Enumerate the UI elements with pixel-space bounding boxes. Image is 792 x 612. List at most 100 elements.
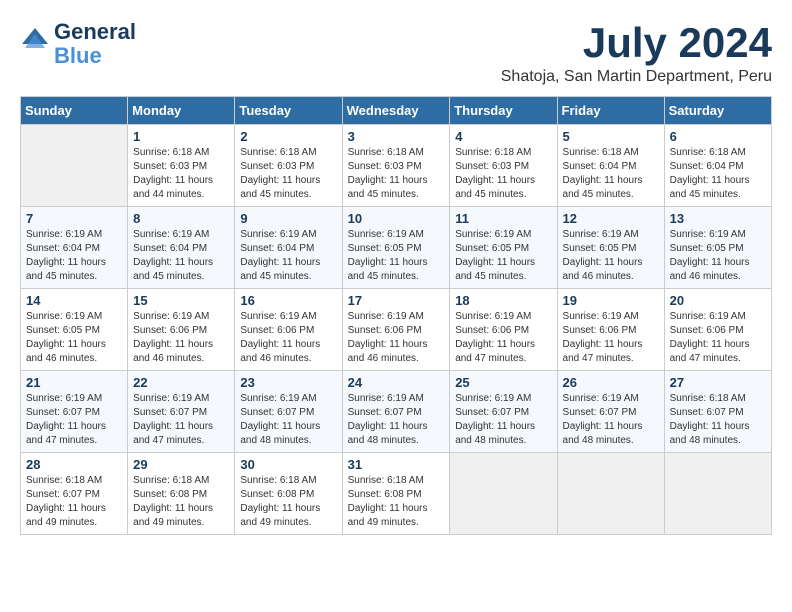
day-info: Sunrise: 6:18 AM Sunset: 6:08 PM Dayligh… xyxy=(240,474,336,530)
day-number: 28 xyxy=(26,457,122,472)
calendar-cell: 2 Sunrise: 6:18 AM Sunset: 6:03 PM Daylig… xyxy=(235,125,342,207)
day-info: Sunrise: 6:18 AM Sunset: 6:03 PM Dayligh… xyxy=(348,146,445,202)
calendar-cell: 4 Sunrise: 6:18 AM Sunset: 6:03 PM Daylig… xyxy=(450,125,557,207)
day-number: 20 xyxy=(670,293,766,308)
calendar-cell: 23Sunrise: 6:19 AM Sunset: 6:07 PM Dayli… xyxy=(235,371,342,453)
day-info: Sunrise: 6:18 AM Sunset: 6:08 PM Dayligh… xyxy=(348,474,445,530)
day-number: 17 xyxy=(348,293,445,308)
calendar-cell: 28 Sunrise: 6:18 AM Sunset: 6:07 PM Dayli… xyxy=(21,453,128,535)
calendar-cell: 8 Sunrise: 6:19 AM Sunset: 6:04 PM Daylig… xyxy=(128,207,235,289)
day-number: 2 xyxy=(240,129,336,144)
calendar-week-1: 1Sunrise: 6:18 AM Sunset: 6:03 PM Daylig… xyxy=(21,125,772,207)
day-number: 3 xyxy=(348,129,445,144)
day-number: 6 xyxy=(670,129,766,144)
day-number: 9 xyxy=(240,211,336,226)
logo-icon xyxy=(20,26,50,56)
day-number: 14 xyxy=(26,293,122,308)
day-info: Sunrise: 6:18 AM Sunset: 6:07 PM Dayligh… xyxy=(670,392,766,448)
day-info: Sunrise: 6:19 AM Sunset: 6:04 PM Dayligh… xyxy=(133,228,229,284)
calendar-cell: 9 Sunrise: 6:19 AM Sunset: 6:04 PM Daylig… xyxy=(235,207,342,289)
calendar-cell: 13Sunrise: 6:19 AM Sunset: 6:05 PM Dayli… xyxy=(664,207,771,289)
calendar-cell: 20Sunrise: 6:19 AM Sunset: 6:06 PM Dayli… xyxy=(664,289,771,371)
header-thursday: Thursday xyxy=(450,97,557,125)
calendar-cell: 3 Sunrise: 6:18 AM Sunset: 6:03 PM Daylig… xyxy=(342,125,450,207)
day-number: 21 xyxy=(26,375,122,390)
calendar-cell: 16Sunrise: 6:19 AM Sunset: 6:06 PM Dayli… xyxy=(235,289,342,371)
calendar-cell xyxy=(664,453,771,535)
day-number: 26 xyxy=(563,375,659,390)
calendar-week-4: 21 Sunrise: 6:19 AM Sunset: 6:07 PM Dayli… xyxy=(21,371,772,453)
title-area: July 2024 Shatoja, San Martin Department… xyxy=(501,20,772,86)
day-number: 13 xyxy=(670,211,766,226)
day-number: 15 xyxy=(133,293,229,308)
day-number: 4 xyxy=(455,129,551,144)
calendar-cell: 19 Sunrise: 6:19 AM Sunset: 6:06 PM Dayli… xyxy=(557,289,664,371)
day-number: 31 xyxy=(348,457,445,472)
day-info: Sunrise: 6:19 AM Sunset: 6:06 PM Dayligh… xyxy=(133,310,229,366)
month-title: July 2024 xyxy=(501,20,772,66)
day-number: 27 xyxy=(670,375,766,390)
day-number: 5 xyxy=(563,129,659,144)
day-info: Sunrise: 6:19 AM Sunset: 6:04 PM Dayligh… xyxy=(240,228,336,284)
day-number: 7 xyxy=(26,211,122,226)
page-header: General Blue July 2024 Shatoja, San Mart… xyxy=(20,20,772,86)
calendar-week-2: 7 Sunrise: 6:19 AM Sunset: 6:04 PM Daylig… xyxy=(21,207,772,289)
day-info: Sunrise: 6:19 AM Sunset: 6:07 PM Dayligh… xyxy=(26,392,122,448)
day-number: 16 xyxy=(240,293,336,308)
day-number: 23 xyxy=(240,375,336,390)
day-number: 18 xyxy=(455,293,551,308)
day-info: Sunrise: 6:18 AM Sunset: 6:03 PM Dayligh… xyxy=(240,146,336,202)
header-monday: Monday xyxy=(128,97,235,125)
header-sunday: Sunday xyxy=(21,97,128,125)
day-number: 25 xyxy=(455,375,551,390)
calendar-cell xyxy=(557,453,664,535)
calendar-header-row: SundayMondayTuesdayWednesdayThursdayFrid… xyxy=(21,97,772,125)
day-info: Sunrise: 6:19 AM Sunset: 6:06 PM Dayligh… xyxy=(563,310,659,366)
day-number: 29 xyxy=(133,457,229,472)
day-number: 11 xyxy=(455,211,551,226)
day-info: Sunrise: 6:19 AM Sunset: 6:06 PM Dayligh… xyxy=(348,310,445,366)
calendar-cell: 1Sunrise: 6:18 AM Sunset: 6:03 PM Daylig… xyxy=(128,125,235,207)
day-number: 24 xyxy=(348,375,445,390)
calendar-table: SundayMondayTuesdayWednesdayThursdayFrid… xyxy=(20,96,772,535)
calendar-cell: 5 Sunrise: 6:18 AM Sunset: 6:04 PM Daylig… xyxy=(557,125,664,207)
calendar-cell: 15 Sunrise: 6:19 AM Sunset: 6:06 PM Dayli… xyxy=(128,289,235,371)
calendar-cell: 31 Sunrise: 6:18 AM Sunset: 6:08 PM Dayli… xyxy=(342,453,450,535)
day-info: Sunrise: 6:18 AM Sunset: 6:07 PM Dayligh… xyxy=(26,474,122,530)
calendar-cell xyxy=(450,453,557,535)
day-info: Sunrise: 6:18 AM Sunset: 6:08 PM Dayligh… xyxy=(133,474,229,530)
calendar-cell: 22Sunrise: 6:19 AM Sunset: 6:07 PM Dayli… xyxy=(128,371,235,453)
day-info: Sunrise: 6:18 AM Sunset: 6:04 PM Dayligh… xyxy=(563,146,659,202)
location-title: Shatoja, San Martin Department, Peru xyxy=(501,68,772,86)
day-info: Sunrise: 6:19 AM Sunset: 6:04 PM Dayligh… xyxy=(26,228,122,284)
calendar-week-3: 14 Sunrise: 6:19 AM Sunset: 6:05 PM Dayli… xyxy=(21,289,772,371)
calendar-cell: 29 Sunrise: 6:18 AM Sunset: 6:08 PM Dayli… xyxy=(128,453,235,535)
calendar-cell: 18 Sunrise: 6:19 AM Sunset: 6:06 PM Dayli… xyxy=(450,289,557,371)
day-info: Sunrise: 6:19 AM Sunset: 6:06 PM Dayligh… xyxy=(455,310,551,366)
day-number: 8 xyxy=(133,211,229,226)
day-number: 12 xyxy=(563,211,659,226)
day-number: 30 xyxy=(240,457,336,472)
calendar-cell: 7 Sunrise: 6:19 AM Sunset: 6:04 PM Daylig… xyxy=(21,207,128,289)
calendar-cell: 12 Sunrise: 6:19 AM Sunset: 6:05 PM Dayli… xyxy=(557,207,664,289)
header-friday: Friday xyxy=(557,97,664,125)
day-info: Sunrise: 6:18 AM Sunset: 6:03 PM Dayligh… xyxy=(455,146,551,202)
calendar-cell: 6 Sunrise: 6:18 AM Sunset: 6:04 PM Daylig… xyxy=(664,125,771,207)
day-info: Sunrise: 6:19 AM Sunset: 6:07 PM Dayligh… xyxy=(455,392,551,448)
header-wednesday: Wednesday xyxy=(342,97,450,125)
calendar-cell: 26 Sunrise: 6:19 AM Sunset: 6:07 PM Dayli… xyxy=(557,371,664,453)
logo: General Blue xyxy=(20,20,136,68)
calendar-week-5: 28 Sunrise: 6:18 AM Sunset: 6:07 PM Dayli… xyxy=(21,453,772,535)
logo-text: General Blue xyxy=(54,20,136,68)
day-info: Sunrise: 6:18 AM Sunset: 6:03 PM Dayligh… xyxy=(133,146,229,202)
day-info: Sunrise: 6:19 AM Sunset: 6:07 PM Dayligh… xyxy=(563,392,659,448)
day-number: 19 xyxy=(563,293,659,308)
calendar-cell: 25 Sunrise: 6:19 AM Sunset: 6:07 PM Dayli… xyxy=(450,371,557,453)
day-info: Sunrise: 6:19 AM Sunset: 6:05 PM Dayligh… xyxy=(26,310,122,366)
calendar-cell: 17 Sunrise: 6:19 AM Sunset: 6:06 PM Dayli… xyxy=(342,289,450,371)
day-info: Sunrise: 6:19 AM Sunset: 6:05 PM Dayligh… xyxy=(563,228,659,284)
day-info: Sunrise: 6:18 AM Sunset: 6:04 PM Dayligh… xyxy=(670,146,766,202)
calendar-cell: 11Sunrise: 6:19 AM Sunset: 6:05 PM Dayli… xyxy=(450,207,557,289)
calendar-cell: 24Sunrise: 6:19 AM Sunset: 6:07 PM Dayli… xyxy=(342,371,450,453)
calendar-cell xyxy=(21,125,128,207)
